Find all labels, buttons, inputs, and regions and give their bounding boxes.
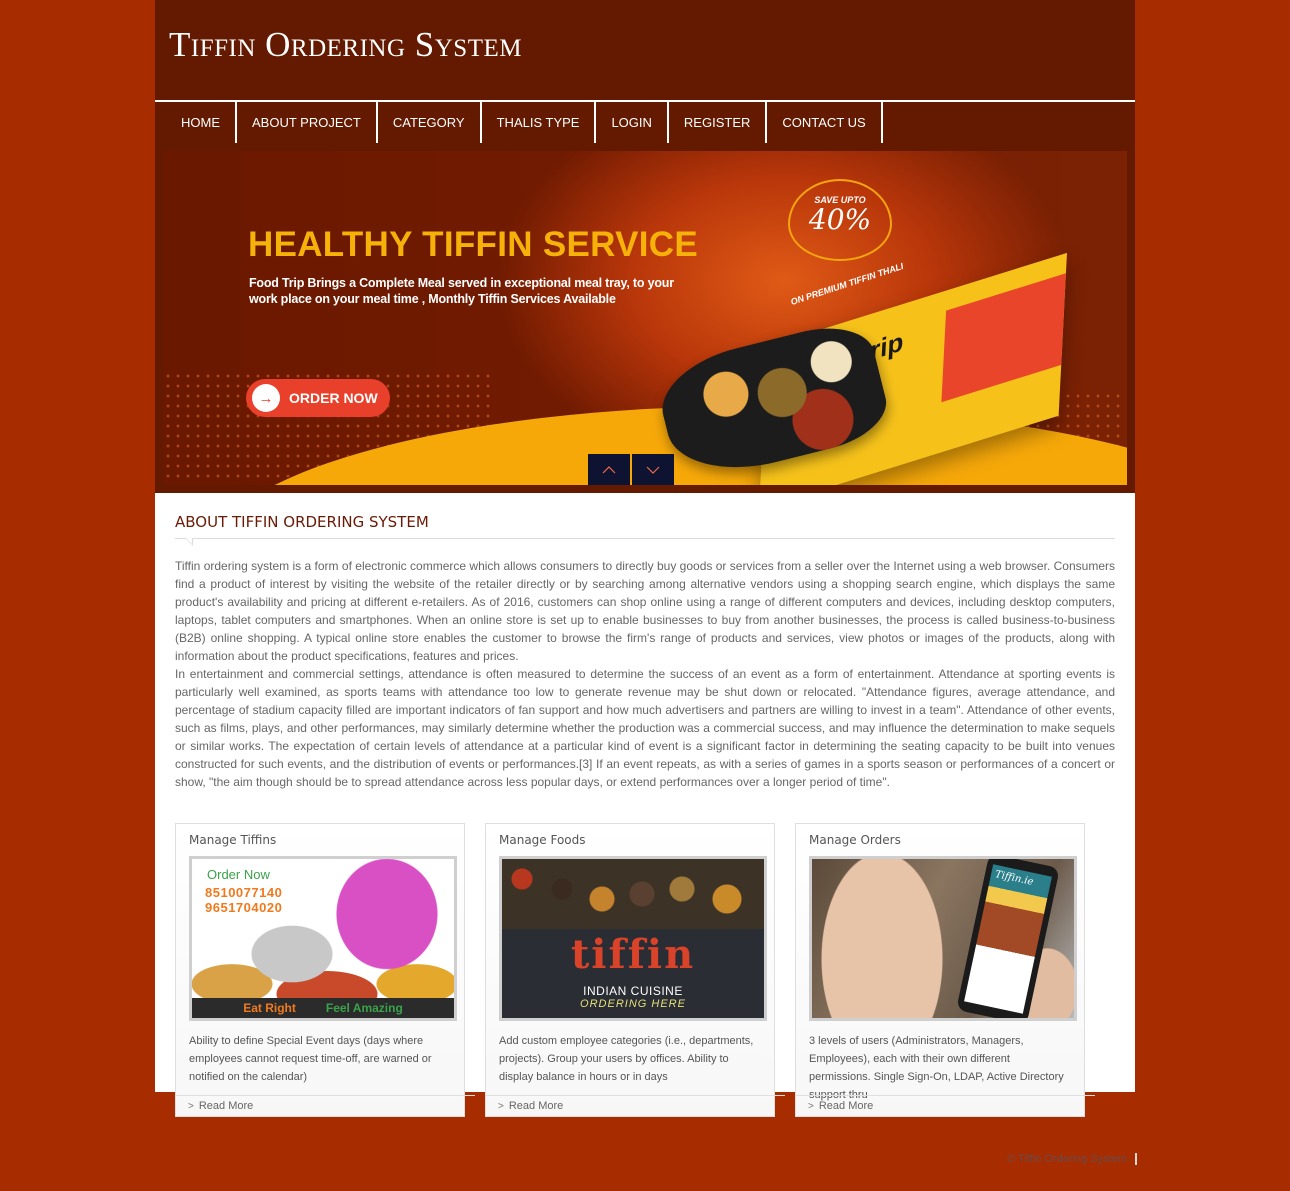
card-description: Ability to define Special Event days (da… xyxy=(189,1035,432,1083)
image-cuisine: INDIAN CUISINE xyxy=(583,984,683,998)
main-content: ABOUT TIFFIN ORDERING SYSTEM Tiffin orde… xyxy=(155,493,1135,1117)
main-nav: HOME ABOUT PROJECT CATEGORY THALIS TYPE … xyxy=(155,100,1135,143)
site-footer: © Tiffin Ordering System xyxy=(1007,1153,1137,1165)
image-order-text: Order Now xyxy=(207,867,270,882)
save-badge-value: 40% xyxy=(808,203,872,236)
arrow-right-icon: → xyxy=(252,384,280,412)
page-wrapper: Tiffin Ordering System HOME ABOUT PROJEC… xyxy=(155,0,1135,1117)
site-title: Tiffin Ordering System xyxy=(169,25,522,64)
card-description: Add custom employee categories (i.e., de… xyxy=(499,1035,754,1083)
chevron-right-icon: > xyxy=(188,1100,194,1112)
chevron-right-icon: > xyxy=(808,1100,814,1112)
card-title: Manage Orders xyxy=(809,833,901,847)
card-title: Manage Tiffins xyxy=(189,833,277,847)
image-ordering: ORDERING HERE xyxy=(580,998,686,1010)
order-now-button[interactable]: → ORDER NOW xyxy=(246,379,390,417)
phone-screen: Tiffin.ie xyxy=(964,864,1052,1014)
order-now-label: ORDER NOW xyxy=(289,390,378,406)
slider-controls xyxy=(588,454,674,485)
banner-headline: HEALTHY TIFFIN SERVICE xyxy=(248,225,698,264)
read-more-link[interactable]: > Read More xyxy=(176,1095,475,1116)
read-more-link[interactable]: > Read More xyxy=(486,1095,785,1116)
read-more-label: Read More xyxy=(818,1100,874,1112)
nav-contact-us[interactable]: CONTACT US xyxy=(767,102,883,143)
save-badge: SAVE UPTO 40% xyxy=(788,179,892,261)
card-manage-foods: Manage Foods tiffin INDIAN CUISINE ORDER… xyxy=(485,823,785,1117)
image-tagline-left: Eat Right xyxy=(243,1001,296,1015)
tray-tagline: ON PREMIUM TIFFIN THALI xyxy=(789,261,905,307)
about-paragraph-2: In entertainment and commercial settings… xyxy=(175,667,1115,789)
read-more-label: Read More xyxy=(198,1100,254,1112)
chevron-down-icon xyxy=(646,466,660,474)
tiffins-image: Order Now 8510077140 9651704020 Eat Righ… xyxy=(189,856,457,1021)
copyright-text: © Tiffin Ordering System xyxy=(1007,1153,1127,1165)
slider-next-button[interactable] xyxy=(632,454,674,485)
image-tagline-right: Feel Amazing xyxy=(325,1001,403,1015)
nav-thalis-type[interactable]: THALIS TYPE xyxy=(482,102,597,143)
image-tagline-strip: Eat Right Feel Amazing xyxy=(192,998,454,1018)
foods-image: tiffin INDIAN CUISINE ORDERING HERE xyxy=(499,856,767,1021)
nav-login[interactable]: LOGIN xyxy=(596,102,669,143)
nav-about-project[interactable]: ABOUT PROJECT xyxy=(237,102,378,143)
image-phone-1: 8510077140 xyxy=(205,885,283,900)
read-more-link[interactable]: > Read More xyxy=(796,1095,1095,1116)
slider-prev-button[interactable] xyxy=(588,454,630,485)
image-phone-2: 9651704020 xyxy=(205,900,283,915)
about-title: ABOUT TIFFIN ORDERING SYSTEM xyxy=(175,513,429,531)
card-manage-orders: Manage Orders Tiffin.ie 3 levels of user… xyxy=(795,823,1095,1117)
chevron-up-icon xyxy=(602,465,616,473)
banner-subtext: Food Trip Brings a Complete Meal served … xyxy=(249,276,674,306)
feature-cards: Manage Tiffins Order Now 8510077140 9651… xyxy=(175,823,1115,1117)
orders-image: Tiffin.ie xyxy=(809,856,1077,1021)
nav-category[interactable]: CATEGORY xyxy=(378,102,482,143)
card-manage-tiffins: Manage Tiffins Order Now 8510077140 9651… xyxy=(175,823,475,1117)
site-header: Tiffin Ordering System xyxy=(155,0,1135,100)
title-divider xyxy=(175,538,1115,546)
image-app-name: Tiffin.ie xyxy=(994,869,1035,888)
footer-separator xyxy=(1135,1153,1137,1165)
card-description: 3 levels of users (Administrators, Manag… xyxy=(809,1035,1064,1101)
tray-menu-panel xyxy=(941,273,1066,403)
image-brand: tiffin xyxy=(570,931,696,978)
banner-slide: HEALTHY TIFFIN SERVICE Food Trip Brings … xyxy=(163,151,1127,485)
phone-illustration: Tiffin.ie xyxy=(956,859,1060,1018)
read-more-label: Read More xyxy=(508,1100,564,1112)
chevron-right-icon: > xyxy=(498,1100,504,1112)
banner-frame: HEALTHY TIFFIN SERVICE Food Trip Brings … xyxy=(155,143,1135,493)
nav-register[interactable]: REGISTER xyxy=(669,102,768,143)
card-title: Manage Foods xyxy=(499,833,586,847)
about-paragraph-1: Tiffin ordering system is a form of elec… xyxy=(175,559,1115,663)
nav-home[interactable]: HOME xyxy=(166,102,237,143)
